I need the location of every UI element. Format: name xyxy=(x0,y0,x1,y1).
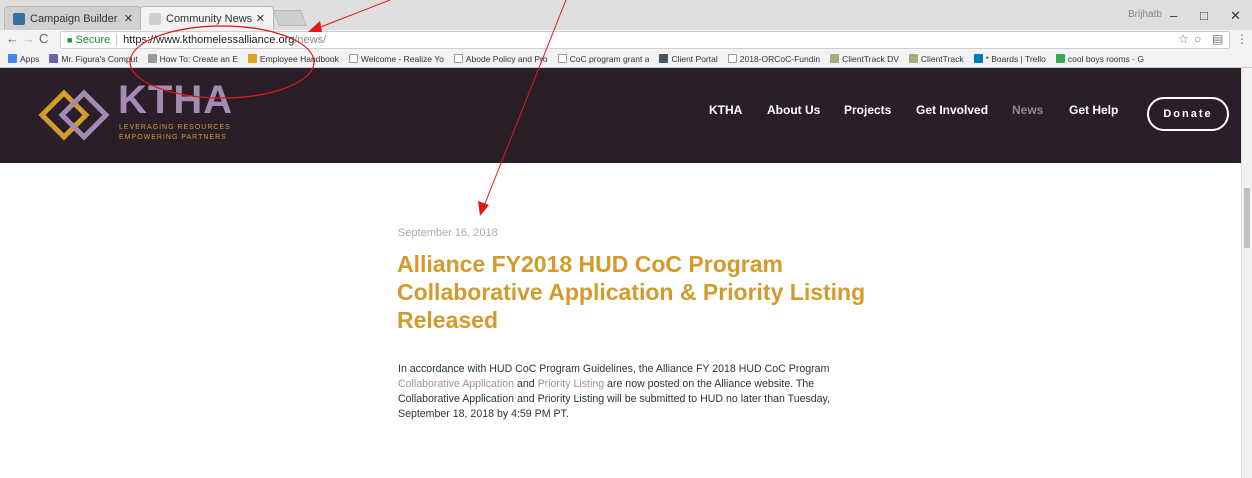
address-bar[interactable]: ■ Secure | https://www.kthomelessallianc… xyxy=(60,31,1230,49)
bookmark-star-icon[interactable]: ☆ xyxy=(1178,32,1189,46)
reload-icon[interactable]: C xyxy=(39,31,48,46)
nav-link-get-help[interactable]: Get Help xyxy=(1069,103,1118,117)
apps-grid-icon xyxy=(8,54,17,63)
bookmark-item[interactable]: 2018-ORCoC-Fundin xyxy=(727,54,820,64)
bookmark-item[interactable]: Abode Policy and Pro xyxy=(453,54,548,64)
tab-title: Campaign Builder - Tem xyxy=(30,12,120,25)
ktha-logo-icon[interactable] xyxy=(18,80,118,150)
browser-tab-campaign-builder[interactable]: Campaign Builder - Tem ✕ xyxy=(4,6,142,30)
page-icon xyxy=(453,54,463,63)
article-date: September 16, 2018 xyxy=(398,227,498,239)
page-icon xyxy=(348,54,358,63)
bookmark-item[interactable]: Client Portal xyxy=(659,54,718,64)
page-icon xyxy=(727,54,737,63)
extension-icon[interactable]: ○ xyxy=(1194,32,1201,46)
forward-arrow-icon[interactable]: → xyxy=(22,31,35,46)
collaborative-application-link[interactable]: Collaborative Application xyxy=(398,378,514,390)
bookmark-favicon-icon xyxy=(247,54,257,63)
browser-tab-community-news[interactable]: Community News — Kin ✕ xyxy=(140,6,274,30)
donate-button[interactable]: Donate xyxy=(1147,97,1229,131)
close-tab-icon[interactable]: ✕ xyxy=(124,12,133,25)
new-tab-button[interactable] xyxy=(273,10,307,26)
nav-link-about-us[interactable]: About Us xyxy=(767,103,820,117)
nav-link-projects[interactable]: Projects xyxy=(844,103,891,117)
tab-favicon-icon xyxy=(13,12,25,25)
extension-icon-2[interactable]: ▤ xyxy=(1212,32,1223,46)
bookmark-item[interactable]: Mr. Figura's Comput xyxy=(49,54,138,64)
bookmark-item[interactable]: ClientTrack xyxy=(908,54,964,64)
bookmark-item[interactable]: cool boys rooms - G xyxy=(1055,54,1144,64)
bookmark-favicon-icon xyxy=(659,54,669,63)
url-path: /news/ xyxy=(294,34,327,46)
url-host: https://www.kthomelessalliance.org xyxy=(123,34,295,46)
nav-link-news[interactable]: News xyxy=(1012,103,1043,117)
url-separator: | xyxy=(115,34,119,46)
bookmark-item[interactable]: Employee Handbook xyxy=(247,54,339,64)
nav-link-get-involved[interactable]: Get Involved xyxy=(916,103,988,117)
secure-label: Secure xyxy=(75,34,111,46)
bookmark-favicon-icon xyxy=(49,54,59,63)
page-icon xyxy=(557,54,567,63)
logo-text[interactable]: KTHA xyxy=(118,78,233,123)
lock-icon: ■ xyxy=(67,35,73,45)
article-body: In accordance with HUD CoC Program Guide… xyxy=(398,363,831,420)
bookmark-item[interactable]: How To: Create an E xyxy=(147,54,238,64)
google-icon xyxy=(1055,54,1065,63)
maximize-icon[interactable]: □ xyxy=(1200,8,1208,23)
browser-tab-strip: Campaign Builder - Tem ✕ Community News … xyxy=(0,0,1252,30)
logo-tagline: LEVERAGING RESOURCES xyxy=(119,124,231,131)
scrollbar-thumb[interactable] xyxy=(1244,188,1250,248)
page-scrollbar[interactable] xyxy=(1241,68,1252,478)
bookmark-item[interactable]: ClientTrack DV xyxy=(830,54,899,64)
nav-link-ktha[interactable]: KTHA xyxy=(709,103,742,117)
bookmark-item[interactable]: CoC program grant a xyxy=(557,54,649,64)
minimize-icon[interactable]: – xyxy=(1170,8,1177,23)
tab-favicon-icon xyxy=(149,12,161,25)
browser-toolbar: ← → C ■ Secure | https://www.kthomelessa… xyxy=(0,30,1252,50)
tab-title: Community News — Kin xyxy=(166,12,252,25)
bookmark-favicon-icon xyxy=(830,54,840,63)
close-window-icon[interactable]: ✕ xyxy=(1230,8,1241,24)
annotation-arrowhead xyxy=(478,201,489,216)
bookmark-item[interactable]: Welcome - Realize Yo xyxy=(348,54,444,64)
bookmark-item[interactable]: * Boards | Trello xyxy=(973,54,1046,64)
bookmark-favicon-icon xyxy=(908,54,918,63)
profile-name[interactable]: Brijhatb xyxy=(1128,9,1162,20)
bookmark-apps[interactable]: Apps xyxy=(8,54,39,64)
close-tab-icon[interactable]: ✕ xyxy=(256,12,265,25)
trello-icon xyxy=(973,54,983,63)
menu-kebab-icon[interactable]: ⋮ xyxy=(1236,32,1248,46)
bookmarks-bar: Apps Mr. Figura's Comput How To: Create … xyxy=(0,50,1252,68)
back-arrow-icon[interactable]: ← xyxy=(6,31,19,46)
priority-listing-link[interactable]: Priority Listing xyxy=(538,378,605,390)
logo-tagline: EMPOWERING PARTNERS xyxy=(119,134,227,141)
article-title: Alliance FY2018 HUD CoC Program Collabor… xyxy=(397,251,866,333)
bookmark-favicon-icon xyxy=(147,54,157,63)
